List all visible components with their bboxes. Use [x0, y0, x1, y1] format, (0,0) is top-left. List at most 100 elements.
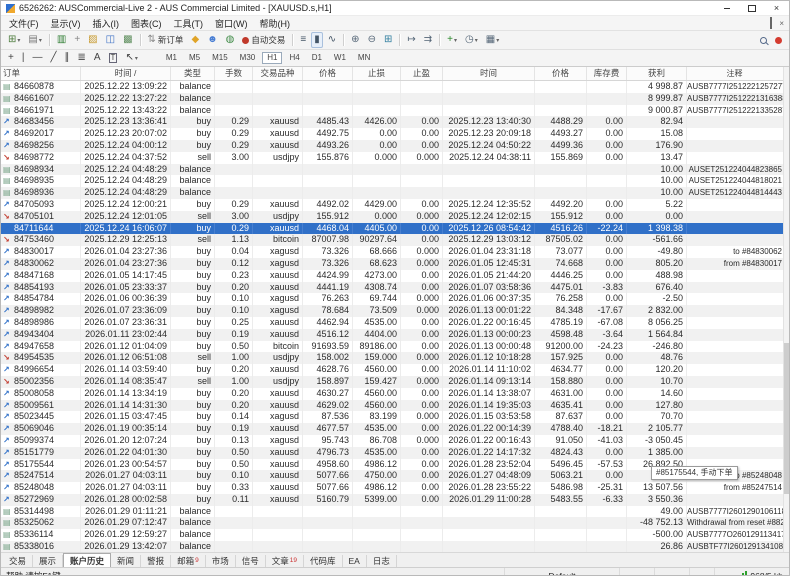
- table-row[interactable]: 848300622026.01.04 23:27:36buy0.12xagusd…: [1, 258, 789, 270]
- search-button[interactable]: [757, 32, 770, 48]
- column-header-profit[interactable]: 获利: [627, 67, 687, 80]
- market-watch-button[interactable]: ▥: [54, 32, 69, 48]
- timeframe-m5[interactable]: M5: [184, 52, 205, 64]
- table-row[interactable]: 846989362025.12.24 04:48:29balance10.00A…: [1, 187, 789, 199]
- autotrading-button[interactable]: 自动交易: [239, 32, 288, 48]
- table-row[interactable]: 846619712025.12.22 13:43:22balance9 000.…: [1, 105, 789, 117]
- table-row[interactable]: 846834562025.12.23 13:36:41buy0.29xauusd…: [1, 116, 789, 128]
- table-row[interactable]: 848989822026.01.07 23:36:09buy0.10xagusd…: [1, 305, 789, 317]
- column-header-price[interactable]: 价格: [303, 67, 353, 80]
- column-header-swap[interactable]: 库存费: [587, 67, 627, 80]
- table-row[interactable]: 846982562025.12.24 04:00:12buy0.29xauusd…: [1, 140, 789, 152]
- tile-windows-button[interactable]: ⊞: [381, 32, 395, 48]
- table-row[interactable]: 853380162026.01.29 13:42:07balance26.86A…: [1, 541, 789, 552]
- timeframe-d1[interactable]: D1: [307, 52, 327, 64]
- table-row[interactable]: 847534602025.12.29 12:25:13sell1.13bitco…: [1, 234, 789, 246]
- table-row[interactable]: 846920172025.12.23 20:07:02buy0.29xauusd…: [1, 128, 789, 140]
- table-row[interactable]: 853144982026.01.29 01:11:21balance49.00A…: [1, 506, 789, 518]
- tab-signals[interactable]: 信号: [236, 555, 266, 567]
- timeframe-w1[interactable]: W1: [329, 52, 351, 64]
- maximize-button[interactable]: [739, 1, 764, 15]
- table-row[interactable]: 847051012025.12.24 12:01:05sell3.00usdjp…: [1, 211, 789, 223]
- tab-account-history[interactable]: 账户历史: [63, 553, 111, 567]
- table-row[interactable]: 851517792026.01.22 04:01:30buy0.50xauusd…: [1, 447, 789, 459]
- timeframe-m30[interactable]: M30: [235, 52, 261, 64]
- equidistant-channel-button[interactable]: ∥: [61, 50, 72, 66]
- tab-journal[interactable]: 日志: [367, 555, 397, 567]
- table-row[interactable]: 853250622026.01.29 07:12:47balance-48 75…: [1, 517, 789, 529]
- indicators-button[interactable]: +▾: [444, 32, 460, 48]
- close-button[interactable]: ×: [764, 1, 789, 15]
- tab-trade[interactable]: 交易: [3, 555, 33, 567]
- line-chart-button[interactable]: ∿: [325, 32, 339, 48]
- candlestick-chart-button[interactable]: ▮: [311, 32, 323, 48]
- table-row[interactable]: 850690462026.01.19 00:35:14buy0.19xauusd…: [1, 423, 789, 435]
- column-header-lots[interactable]: 手数: [215, 67, 253, 80]
- chevron-down-icon[interactable]: ▾: [496, 37, 499, 44]
- arrows-button[interactable]: ↖▾: [122, 50, 140, 66]
- table-row[interactable]: 846989342025.12.24 04:48:29balance10.00A…: [1, 164, 789, 176]
- navigator-button[interactable]: ▨: [85, 32, 100, 48]
- text-label-button[interactable]: T: [106, 50, 121, 66]
- menu-window[interactable]: 窗口(W): [209, 17, 254, 30]
- table-row[interactable]: 850234452026.01.15 03:47:45buy0.14xagusd…: [1, 411, 789, 423]
- text-button[interactable]: A: [91, 50, 104, 66]
- minimize-button[interactable]: [714, 1, 739, 15]
- vertical-line-button[interactable]: |: [19, 50, 28, 66]
- table-row[interactable]: 847050932025.12.24 12:00:21buy0.29xauusd…: [1, 199, 789, 211]
- scrollbar-thumb[interactable]: [784, 343, 789, 493]
- column-header-close_time[interactable]: 时间: [443, 67, 535, 80]
- website-button[interactable]: ◍: [223, 32, 238, 48]
- table-row[interactable]: 846608782025.12.22 13:09:22balance4 998.…: [1, 81, 789, 93]
- table-row[interactable]: 850023562026.01.14 08:35:47sell1.00usdjp…: [1, 376, 789, 388]
- fibonacci-button[interactable]: ≣: [74, 50, 88, 66]
- chevron-down-icon[interactable]: ▾: [454, 37, 457, 44]
- chevron-down-icon[interactable]: ▾: [135, 55, 138, 62]
- table-row[interactable]: 850993742026.01.20 12:07:24buy0.13xagusd…: [1, 435, 789, 447]
- metaeditor-button[interactable]: ◆: [188, 32, 202, 48]
- tab-market[interactable]: 市场: [206, 555, 236, 567]
- community-button[interactable]: ☻: [204, 32, 221, 48]
- data-window-button[interactable]: +: [71, 32, 83, 48]
- table-row[interactable]: 850080582026.01.14 13:34:19buy0.20xauusd…: [1, 388, 789, 400]
- table-row[interactable]: 849545352026.01.12 06:51:08sell1.00usdjp…: [1, 352, 789, 364]
- menu-tools[interactable]: 工具(T): [168, 17, 210, 30]
- horizontal-line-button[interactable]: —: [29, 50, 45, 66]
- tab-news[interactable]: 新闻: [111, 555, 141, 567]
- table-row[interactable]: 846616072025.12.22 13:27:22balance8 999.…: [1, 93, 789, 105]
- chevron-down-icon[interactable]: ▾: [17, 37, 20, 44]
- chart-shift-button[interactable]: ⇉: [421, 32, 435, 48]
- periods-button[interactable]: ◷▾: [462, 32, 481, 48]
- notifications-button[interactable]: [772, 32, 785, 48]
- tab-experts[interactable]: EA: [343, 555, 367, 567]
- zoom-out-button[interactable]: ⊖: [365, 32, 379, 48]
- menu-charts[interactable]: 图表(C): [125, 17, 168, 30]
- vertical-scrollbar[interactable]: [783, 67, 789, 552]
- column-header-sl[interactable]: 止损: [353, 67, 401, 80]
- menu-help[interactable]: 帮助(H): [254, 17, 297, 30]
- table-row[interactable]: 852729692026.01.28 00:02:58buy0.11xauusd…: [1, 494, 789, 506]
- menu-view[interactable]: 显示(V): [45, 17, 87, 30]
- timeframe-h1[interactable]: H1: [262, 52, 282, 64]
- tab-code-base[interactable]: 代码库: [304, 555, 343, 567]
- table-row[interactable]: 853361142026.01.29 12:59:27balance-500.0…: [1, 529, 789, 541]
- table-row[interactable]: 848471682026.01.05 14:17:45buy0.23xauusd…: [1, 270, 789, 282]
- profiles-button[interactable]: ▤▾: [25, 32, 44, 48]
- tab-exposure[interactable]: 展示: [33, 555, 63, 567]
- tab-mailbox[interactable]: 邮箱9: [171, 555, 206, 567]
- chevron-down-icon[interactable]: ▾: [475, 37, 478, 44]
- table-row[interactable]: 852480482026.01.27 04:03:11buy0.33xauusd…: [1, 482, 789, 494]
- menu-file[interactable]: 文件(F): [3, 17, 45, 30]
- timeframe-m1[interactable]: M1: [161, 52, 182, 64]
- zoom-in-button[interactable]: ⊕: [348, 32, 362, 48]
- table-row[interactable]: 847116442025.12.24 16:06:07buy0.29xauusd…: [1, 223, 789, 235]
- tab-articles[interactable]: 文章19: [266, 555, 304, 567]
- timeframe-h4[interactable]: H4: [284, 52, 304, 64]
- child-close-button[interactable]: ×: [779, 18, 784, 28]
- status-profile[interactable]: Default: [504, 568, 619, 576]
- column-header-symbol[interactable]: 交易品种: [253, 67, 303, 80]
- menu-insert[interactable]: 插入(I): [87, 17, 126, 30]
- timeframe-m15[interactable]: M15: [207, 52, 233, 64]
- new-chart-button[interactable]: ⊞▾: [5, 32, 23, 48]
- auto-scroll-button[interactable]: ↦: [404, 32, 418, 48]
